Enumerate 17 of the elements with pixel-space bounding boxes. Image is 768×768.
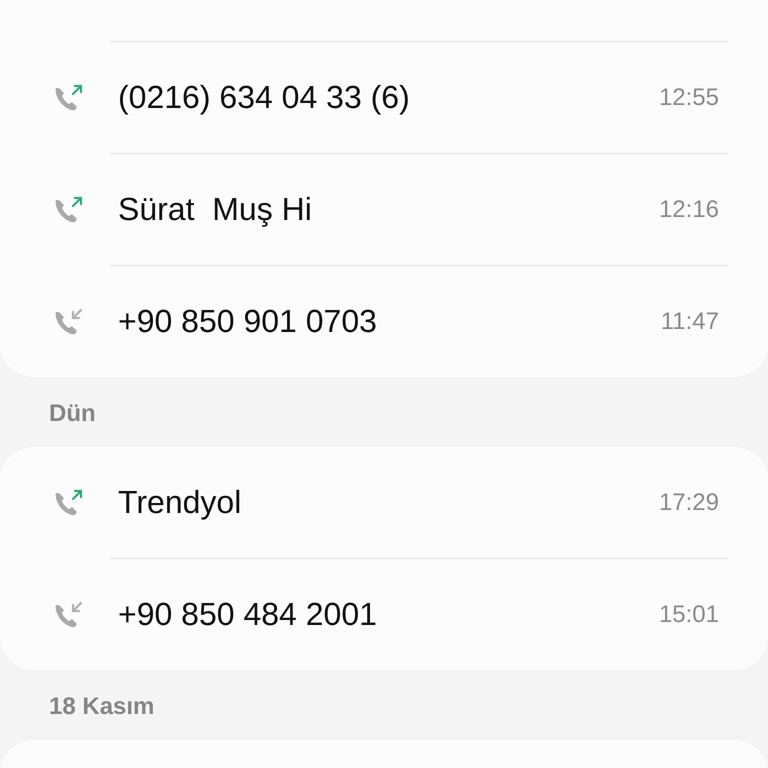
date-header: 18 Kasım [49,693,154,721]
call-log-row[interactable]: +90 850 484 2001 15:01 [0,559,768,670]
contact-name: +90 850 901 0703 [118,303,378,340]
call-time: 15:01 [658,600,719,628]
call-log-row[interactable]: Trendyol 17:29 [0,447,768,558]
call-time: 12:55 [658,84,719,112]
call-time: 12:16 [658,196,719,224]
contact-name: Trendyol [118,484,242,521]
call-log-row[interactable]: (0216) 634 04 33 (6) 12:55 [0,42,768,153]
contact-name: Sürat Muş Hi [118,191,313,228]
call-log-row[interactable]: Sürat Muş Hi 12:16 [0,154,768,265]
call-time: 11:47 [660,308,719,336]
call-time: 17:29 [658,488,719,516]
date-header: Dün [49,400,96,428]
contact-name: (0216) 634 04 33 (6) [118,79,411,116]
contact-name: +90 850 484 2001 [118,596,378,633]
call-log-row[interactable]: +90 850 901 0703 11:47 [0,266,768,377]
